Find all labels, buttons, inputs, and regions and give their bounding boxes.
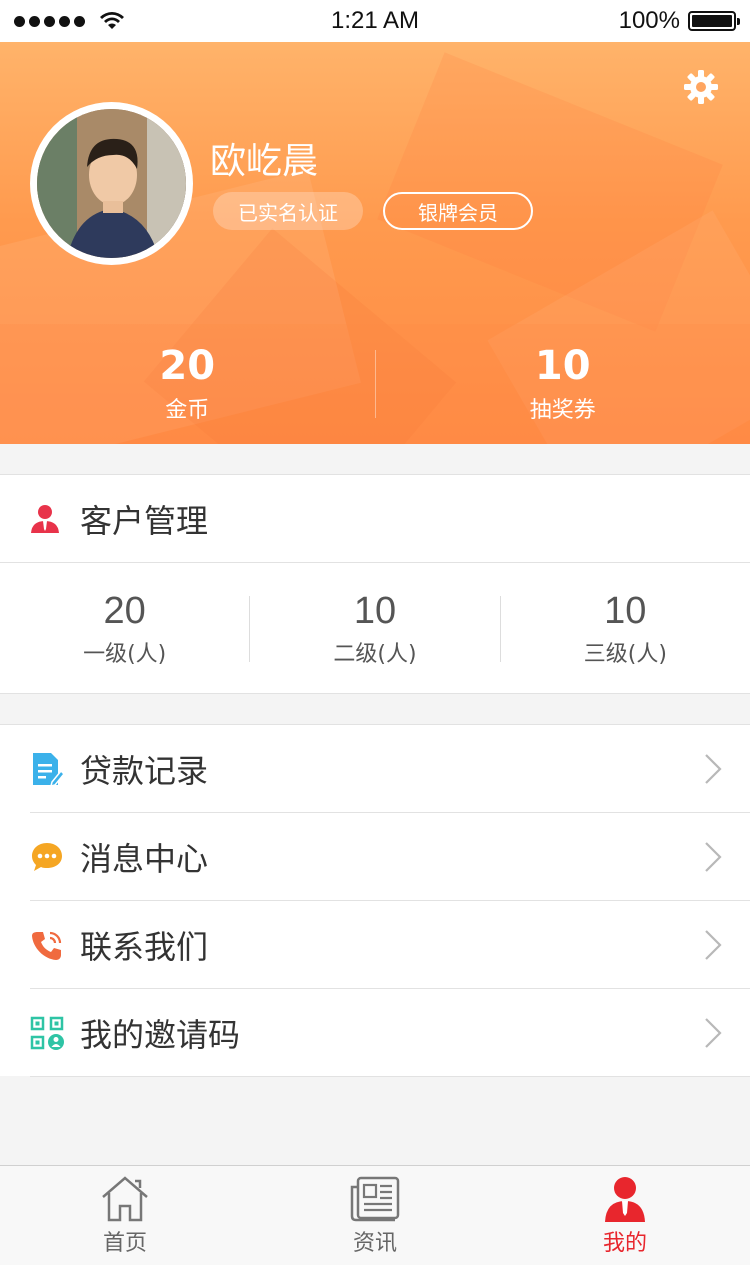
stat-value: 10 — [534, 343, 591, 389]
level-3-count[interactable]: 10 三级(人) — [501, 590, 750, 668]
stat-lottery-tickets[interactable]: 10 抽奖券 — [376, 324, 750, 444]
customer-levels: 20 一级(人) 10 二级(人) 10 三级(人) — [0, 563, 750, 694]
stat-label: 抽奖券 — [529, 398, 596, 423]
bottom-tab-bar: 首页 资讯 我的 — [0, 1165, 750, 1265]
level-label: 二级(人) — [333, 641, 417, 667]
level-label: 一级(人) — [83, 641, 167, 667]
battery-percent: 100% — [618, 7, 680, 34]
customer-person-icon — [31, 504, 59, 533]
tab-home[interactable]: 首页 — [0, 1166, 250, 1265]
level-label: 三级(人) — [583, 641, 667, 667]
home-icon — [102, 1175, 148, 1221]
document-edit-icon — [33, 753, 64, 786]
status-signal-group — [14, 11, 125, 31]
chevron-right-icon — [705, 754, 722, 784]
level-value: 10 — [604, 589, 647, 632]
tab-label: 我的 — [602, 1230, 647, 1256]
settings-gear-icon[interactable] — [682, 68, 720, 106]
verified-badge: 已实名认证 — [213, 192, 363, 230]
tab-news[interactable]: 资讯 — [250, 1166, 500, 1265]
level-1-count[interactable]: 20 一级(人) — [0, 590, 249, 668]
menu-item-label: 消息中心 — [80, 840, 209, 878]
profile-stats: 20 金币 10 抽奖券 — [0, 324, 750, 444]
status-bar: 1:21 AM 100% — [0, 0, 750, 42]
chevron-right-icon — [705, 1018, 722, 1048]
customer-management-card: 客户管理 20 一级(人) 10 二级(人) 10 三级(人) — [0, 474, 750, 694]
menu-list: 贷款记录 消息中心 联系我们 我的邀请码 — [0, 724, 750, 1077]
customer-management-title: 客户管理 — [80, 501, 209, 540]
battery-icon — [688, 11, 740, 31]
profile-header: 欧屹晨 已实名认证 银牌会员 20 金币 10 抽奖券 — [0, 42, 750, 444]
tab-mine[interactable]: 我的 — [500, 1166, 750, 1265]
chevron-right-icon — [705, 930, 722, 960]
newspaper-icon — [350, 1176, 400, 1221]
level-2-count[interactable]: 10 二级(人) — [250, 590, 499, 668]
menu-item-invite-code[interactable]: 我的邀请码 — [0, 989, 750, 1077]
member-level-badge: 银牌会员 — [383, 192, 533, 230]
stat-label: 金币 — [165, 398, 210, 423]
avatar[interactable] — [30, 102, 193, 265]
stat-value: 20 — [159, 343, 216, 389]
level-value: 10 — [353, 589, 397, 632]
customer-management-header[interactable]: 客户管理 — [0, 475, 750, 563]
menu-item-label: 贷款记录 — [80, 752, 209, 790]
menu-item-contact-us[interactable]: 联系我们 — [0, 901, 750, 989]
tab-label: 资讯 — [352, 1230, 397, 1256]
wifi-icon — [100, 12, 124, 29]
stat-coins[interactable]: 20 金币 — [0, 324, 375, 444]
chat-bubble-icon — [32, 843, 62, 871]
avatar-photo — [37, 109, 186, 258]
user-icon — [605, 1176, 645, 1222]
profile-name: 欧屹晨 — [210, 141, 319, 182]
user-photo-illustration — [37, 109, 186, 258]
phone-icon — [32, 931, 62, 960]
chevron-right-icon — [705, 842, 722, 872]
qr-code-icon — [30, 1016, 64, 1050]
menu-item-message-center[interactable]: 消息中心 — [0, 813, 750, 901]
battery-status: 100% — [618, 7, 740, 35]
signal-strength-icon — [14, 15, 85, 27]
menu-item-label: 联系我们 — [80, 928, 209, 966]
tab-label: 首页 — [102, 1230, 147, 1256]
level-value: 20 — [103, 589, 146, 632]
menu-item-label: 我的邀请码 — [80, 1016, 241, 1054]
menu-item-loan-records[interactable]: 贷款记录 — [0, 725, 750, 813]
